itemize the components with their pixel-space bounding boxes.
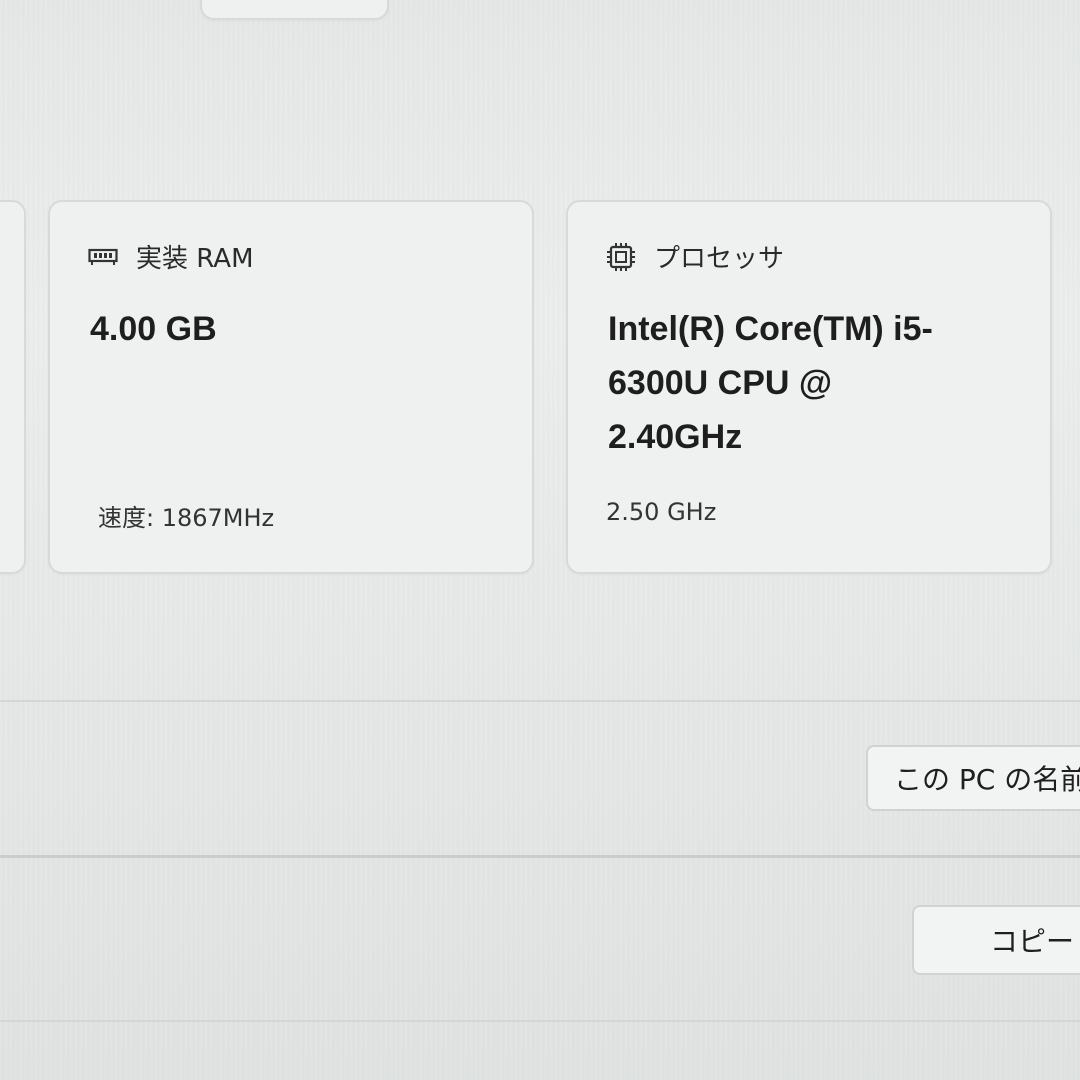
ram-card-header: 実装 RAM (88, 238, 254, 275)
copy-button-label: コピー (990, 925, 1075, 958)
processor-card: プロセッサ Intel(R) Core(TM) i5-6300U CPU @ 2… (566, 200, 1052, 574)
ram-card: 実装 RAM 4.00 GB 速度: 1867MHz (48, 200, 534, 574)
processor-clock-speed: 2.50 GHz (606, 498, 717, 526)
processor-card-header: プロセッサ (606, 238, 784, 275)
rename-pc-button-label: この PC の名前 (894, 763, 1080, 796)
processor-chip-icon (606, 242, 636, 272)
section-divider (0, 855, 1080, 858)
previous-card-edge (200, 0, 389, 20)
ram-speed: 速度: 1867MHz (98, 504, 275, 532)
ram-card-title: 実装 RAM (136, 244, 254, 274)
rename-pc-button[interactable]: この PC の名前 (866, 745, 1080, 811)
section-divider (0, 700, 1080, 702)
processor-model-value: Intel(R) Core(TM) i5-6300U CPU @ 2.40GHz (608, 310, 933, 456)
ram-capacity-value: 4.00 GB (90, 310, 217, 348)
adjacent-card-edge (0, 200, 26, 574)
copy-button[interactable]: コピー (912, 905, 1080, 975)
processor-card-title: プロセッサ (654, 244, 785, 274)
section-divider (0, 1020, 1080, 1022)
memory-icon (88, 247, 118, 267)
